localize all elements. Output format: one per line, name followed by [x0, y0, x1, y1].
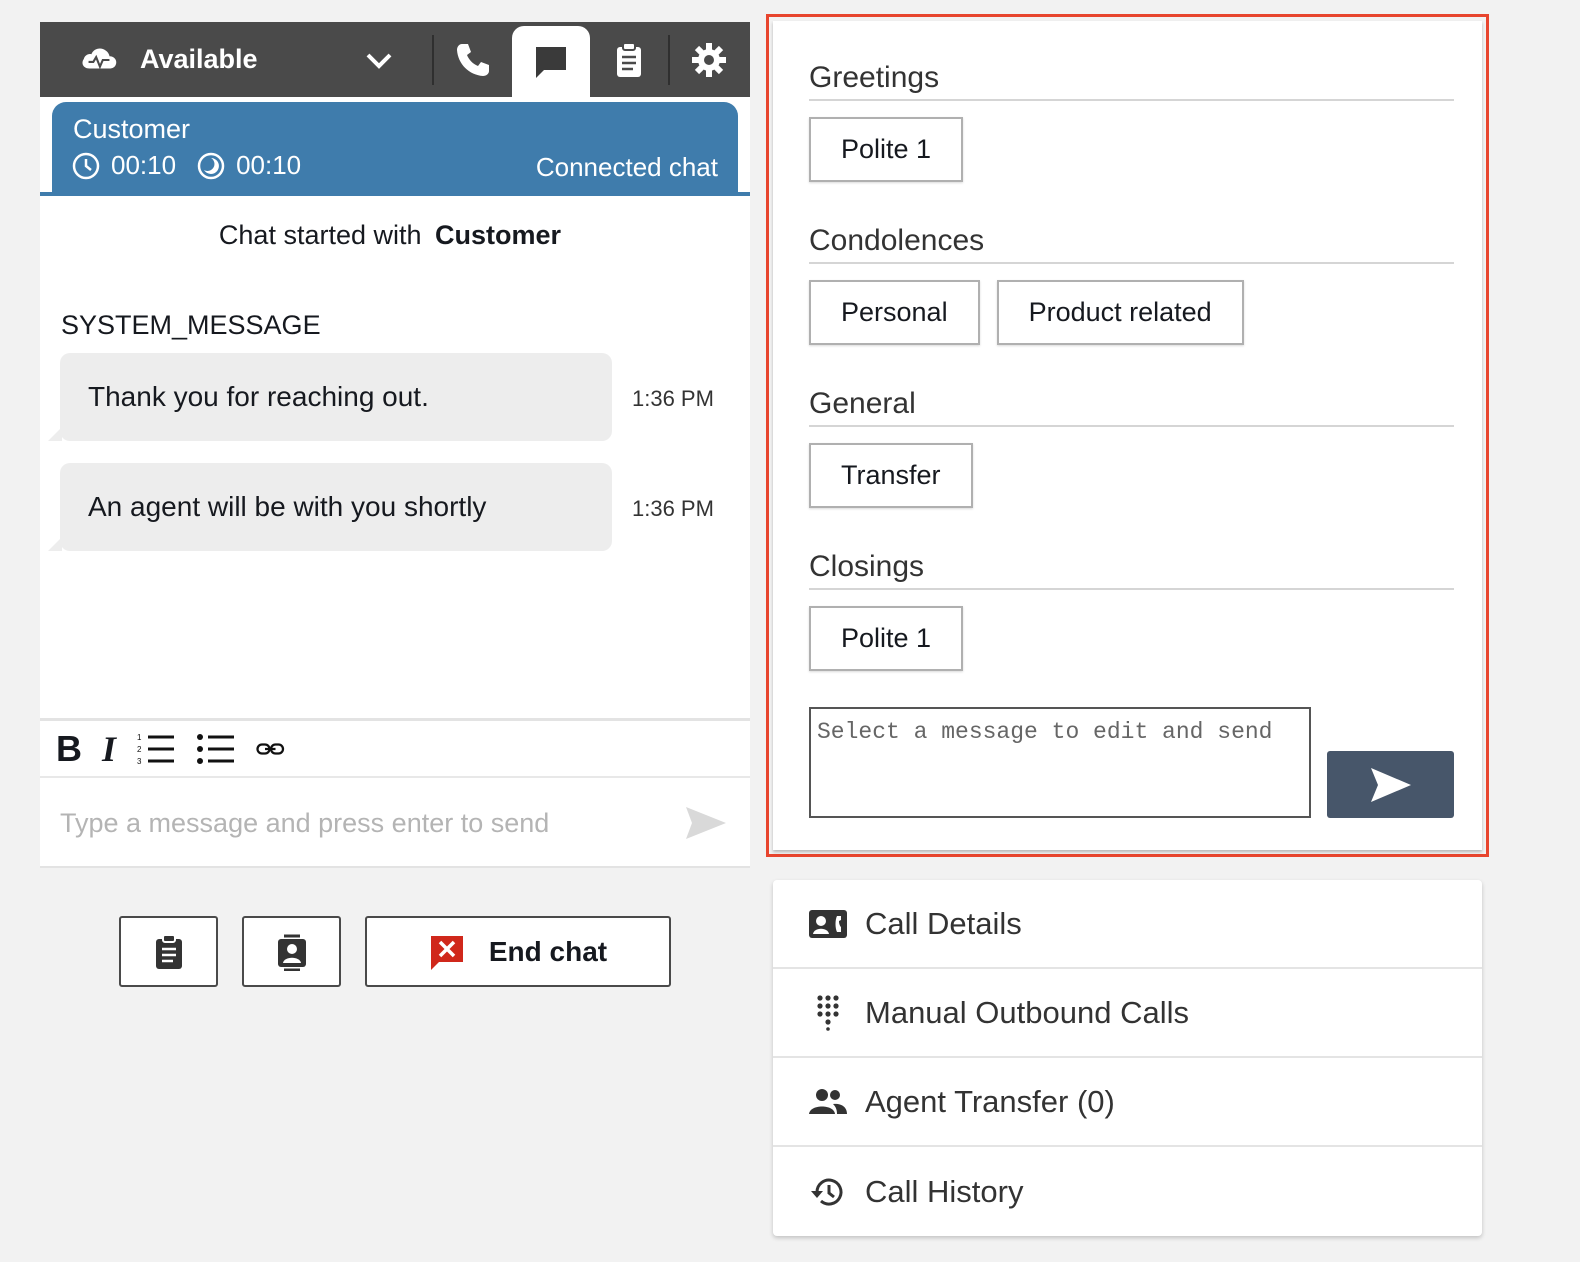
- chat-actions: End chat: [119, 916, 671, 987]
- svg-text:1: 1: [137, 733, 142, 742]
- end-chat-icon: [430, 935, 463, 970]
- timer-total: 00:10: [111, 150, 177, 180]
- clock-icon: [72, 152, 100, 179]
- italic-icon[interactable]: I: [102, 728, 116, 770]
- half-clock-icon: [197, 152, 225, 179]
- clipboard-icon: [155, 933, 182, 969]
- qr-section-condolences: Condolences Personal Product related: [809, 224, 1454, 345]
- contact-card-icon: [809, 909, 847, 938]
- history-icon: [811, 1178, 843, 1206]
- phone-icon: [457, 43, 489, 76]
- nav-call-history[interactable]: Call History: [773, 1147, 1482, 1236]
- qr-section-general: General Transfer: [809, 387, 1454, 508]
- bold-icon[interactable]: B: [56, 728, 82, 770]
- end-chat-button[interactable]: End chat: [365, 916, 671, 987]
- send-icon[interactable]: [684, 803, 728, 843]
- message-sender: SYSTEM_MESSAGE: [61, 310, 321, 340]
- quick-response-editor[interactable]: Select a message to edit and send: [809, 707, 1311, 818]
- composer-placeholder: Type a message and press enter to send: [60, 807, 550, 838]
- qr-section-closings: Closings Polite 1: [809, 550, 1454, 671]
- qr-button[interactable]: Product related: [996, 280, 1244, 345]
- contact-timers: 00:10 00:10: [71, 150, 301, 181]
- chat-started-notice: Chat started with Customer: [40, 220, 740, 251]
- qr-section-title: Greetings: [809, 61, 1454, 101]
- tab-phone[interactable]: [434, 22, 512, 97]
- task-button[interactable]: [119, 916, 218, 987]
- quick-response-send-button[interactable]: [1327, 751, 1454, 818]
- qr-button[interactable]: Polite 1: [809, 117, 964, 182]
- cloud-status-icon: [82, 48, 117, 69]
- timer-state: 00:10: [236, 150, 302, 180]
- contact-state: Connected chat: [535, 152, 718, 182]
- gear-icon: [692, 42, 726, 77]
- tab-tasks[interactable]: [590, 22, 668, 97]
- ccp-panel: Available Customer 00:10 00:10 Connected…: [40, 22, 750, 868]
- qr-button[interactable]: Personal: [809, 280, 980, 345]
- qr-button[interactable]: Polite 1: [809, 606, 964, 671]
- numbered-list-icon[interactable]: 1 2 3: [136, 731, 176, 767]
- nav-agent-transfer[interactable]: Agent Transfer (0): [773, 1058, 1482, 1147]
- bulleted-list-icon[interactable]: [196, 731, 236, 767]
- people-icon: [809, 1088, 847, 1114]
- quick-responses-highlight: Greetings Polite 1 Condolences Personal …: [766, 14, 1489, 857]
- qr-section-title: General: [809, 387, 1454, 427]
- contact-card: Customer 00:10 00:10 Connected chat: [52, 102, 738, 194]
- chat-icon: [536, 46, 566, 78]
- clipboard-icon: [617, 41, 641, 77]
- nav-label: Manual Outbound Calls: [865, 994, 1189, 1030]
- top-bar: Available: [40, 22, 750, 97]
- nav-label: Call Details: [865, 905, 1022, 941]
- svg-text:2: 2: [137, 745, 142, 754]
- nav-label: Agent Transfer (0): [865, 1083, 1115, 1119]
- tab-chat[interactable]: [512, 26, 590, 97]
- tab-settings[interactable]: [670, 22, 748, 97]
- chevron-down-icon: [366, 53, 392, 69]
- message-time: 1:36 PM: [632, 496, 714, 521]
- contact-tab[interactable]: Customer 00:10 00:10 Connected chat: [40, 102, 750, 196]
- message-bubble: Thank you for reaching out.: [48, 353, 612, 441]
- chat-started-name: Customer: [435, 220, 562, 250]
- nav-call-details[interactable]: Call Details: [773, 880, 1482, 969]
- contact-name: Customer: [73, 114, 191, 144]
- link-icon[interactable]: [256, 731, 286, 767]
- message-composer[interactable]: Type a message and press enter to send: [40, 780, 750, 868]
- contact-card-icon: [277, 934, 306, 971]
- chat-started-text: Chat started with: [218, 220, 422, 250]
- qr-button[interactable]: Transfer: [809, 443, 973, 508]
- message-time: 1:36 PM: [632, 386, 714, 411]
- status-dropdown[interactable]: Available: [40, 43, 432, 77]
- nav-manual-outbound[interactable]: Manual Outbound Calls: [773, 969, 1482, 1058]
- nav-list: Call Details Manual Outbound Calls Agent…: [773, 880, 1482, 1236]
- svg-text:3: 3: [137, 757, 142, 766]
- nav-label: Call History: [865, 1173, 1024, 1209]
- qr-section-title: Closings: [809, 550, 1454, 590]
- qr-section-greetings: Greetings Polite 1: [809, 61, 1454, 182]
- qr-section-title: Condolences: [809, 224, 1454, 264]
- message-bubble: An agent will be with you shortly: [48, 463, 612, 551]
- send-icon: [1370, 767, 1411, 802]
- status-label: Available: [140, 44, 258, 74]
- quick-responses-panel: Greetings Polite 1 Condolences Personal …: [773, 21, 1482, 850]
- contact-tab-underline: [40, 192, 750, 196]
- formatting-toolbar: B I 1 2 3: [40, 718, 750, 778]
- end-chat-label: End chat: [488, 935, 608, 967]
- dialpad-icon: [817, 994, 839, 1031]
- contact-card-button[interactable]: [242, 916, 341, 987]
